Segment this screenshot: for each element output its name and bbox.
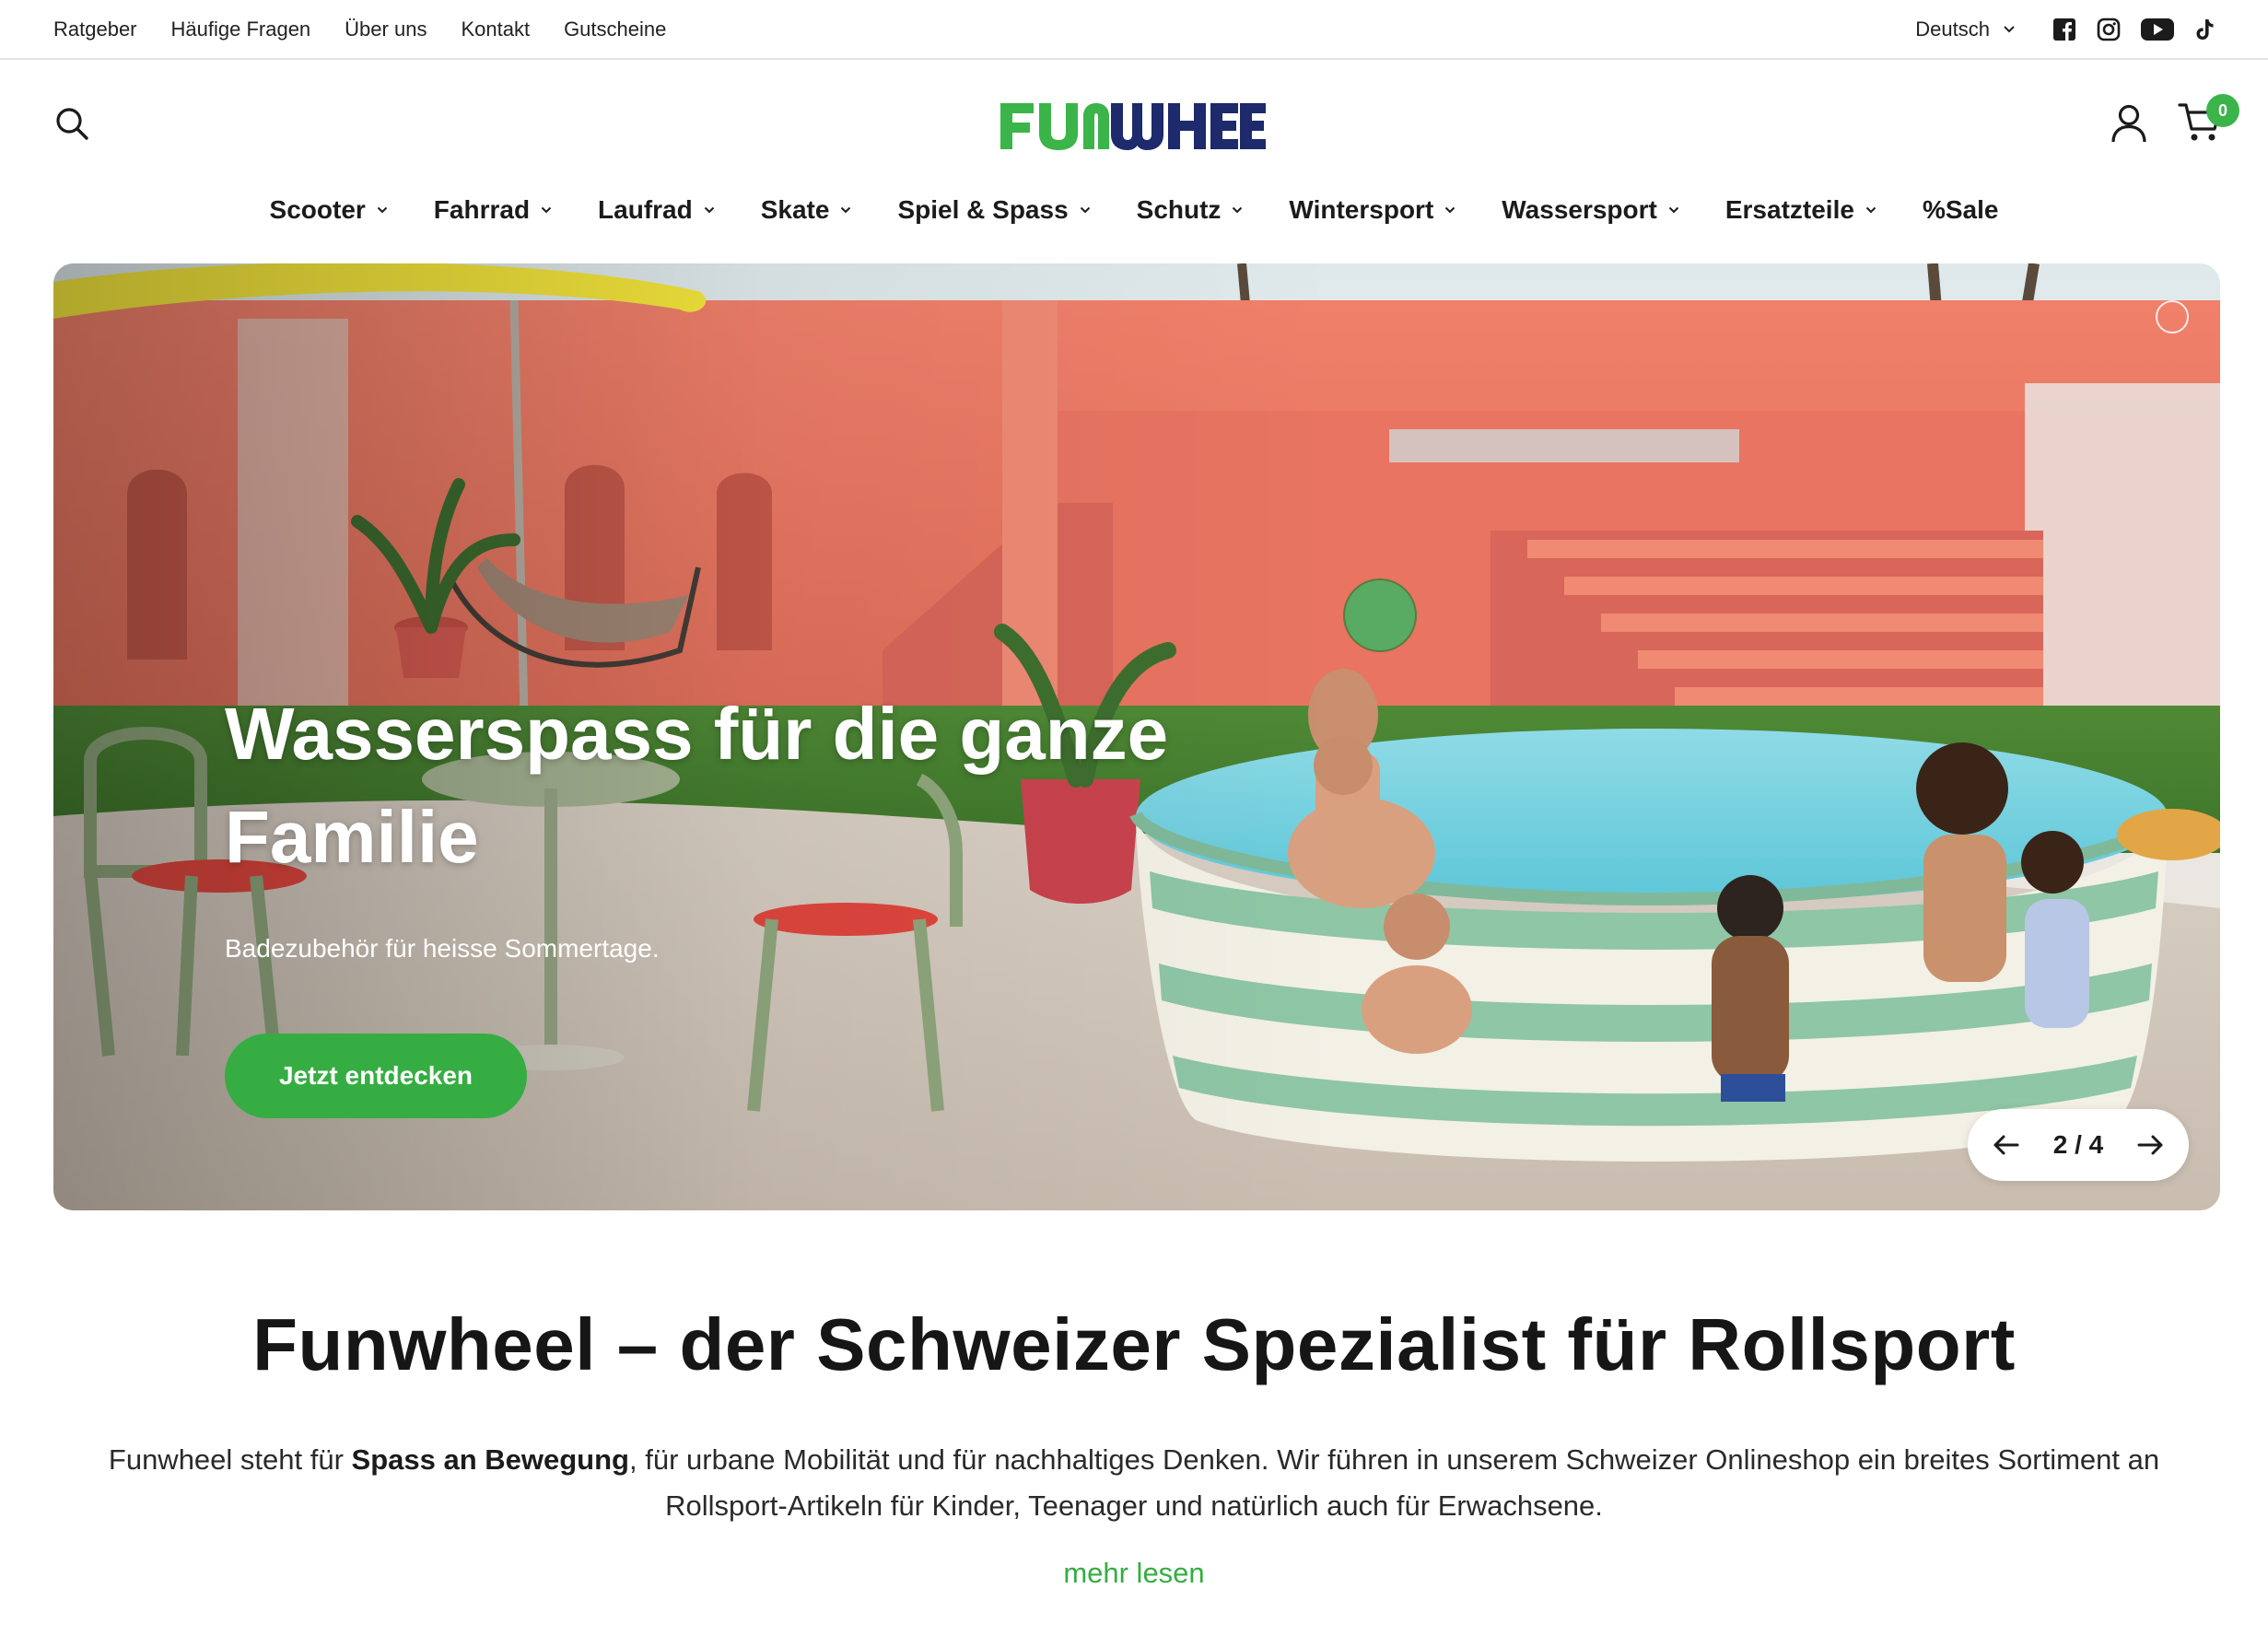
hero-cta-button[interactable]: Jetzt entdecken bbox=[225, 1034, 527, 1118]
hero-title: Wasserspass für die ganze Familie bbox=[225, 693, 1169, 878]
nav-item-label: Fahrrad bbox=[433, 195, 531, 224]
nav-item-skate[interactable]: Skate bbox=[761, 195, 852, 225]
account-icon[interactable] bbox=[2110, 103, 2148, 144]
social-links bbox=[2052, 18, 2215, 41]
slider-controls: 2 / 4 bbox=[1968, 1109, 2189, 1181]
utility-right: Deutsch bbox=[1915, 0, 2215, 59]
intro-text-start: Funwheel steht für bbox=[108, 1443, 352, 1476]
nav-item-label: Scooter bbox=[269, 195, 366, 224]
instagram-icon[interactable] bbox=[2097, 18, 2121, 41]
hero-subtitle: Badezubehör für heisse Sommertage. bbox=[225, 934, 660, 963]
read-more-link[interactable]: mehr lesen bbox=[0, 1557, 2268, 1590]
nav-item-scooter[interactable]: Scooter bbox=[270, 195, 388, 225]
slide-counter: 2 / 4 bbox=[2052, 1130, 2104, 1159]
language-selector[interactable]: Deutsch bbox=[1915, 18, 2016, 41]
chevron-down-icon bbox=[1445, 206, 1455, 214]
nav-item-label: Wintersport bbox=[1289, 195, 1434, 224]
nav-item-sale[interactable]: %Sale bbox=[1923, 195, 1999, 225]
cart-count-badge: 0 bbox=[2206, 94, 2239, 127]
utility-links: Ratgeber Häufige Fragen Über uns Kontakt… bbox=[53, 0, 700, 59]
chevron-down-icon bbox=[1668, 206, 1679, 214]
chevron-down-icon bbox=[841, 206, 851, 214]
intro-text-end: , für urbane Mobilität und für nachhalti… bbox=[629, 1443, 2160, 1522]
nav-item-ersatzteile[interactable]: Ersatzteile bbox=[1725, 195, 1876, 225]
language-label: Deutsch bbox=[1915, 18, 1990, 41]
nav-item-schutz[interactable]: Schutz bbox=[1137, 195, 1244, 225]
top-utility-bar: Ratgeber Häufige Fragen Über uns Kontakt… bbox=[0, 0, 2268, 60]
arrow-right-icon[interactable] bbox=[2134, 1127, 2169, 1162]
link-about[interactable]: Über uns bbox=[345, 18, 427, 41]
chevron-down-icon bbox=[704, 206, 714, 214]
chevron-down-icon bbox=[1865, 206, 1876, 214]
arrow-left-icon[interactable] bbox=[1988, 1127, 2023, 1162]
nav-item-spiel-spass[interactable]: Spiel & Spass bbox=[897, 195, 1090, 225]
chevron-down-icon bbox=[541, 206, 552, 214]
nav-item-label: Spiel & Spass bbox=[897, 195, 1069, 224]
chevron-down-icon bbox=[377, 206, 388, 214]
autoplay-indicator-icon[interactable] bbox=[2156, 300, 2189, 333]
link-vouchers[interactable]: Gutscheine bbox=[564, 18, 666, 41]
link-contact[interactable]: Kontakt bbox=[461, 18, 530, 41]
site-header bbox=[0, 61, 2268, 190]
nav-item-laufrad[interactable]: Laufrad bbox=[598, 195, 715, 225]
tiktok-icon[interactable] bbox=[2194, 18, 2215, 41]
nav-item-wassersport[interactable]: Wassersport bbox=[1502, 195, 1679, 225]
nav-item-label: %Sale bbox=[1922, 195, 1999, 224]
nav-item-label: Laufrad bbox=[598, 195, 693, 224]
search-icon[interactable] bbox=[53, 105, 90, 142]
intro-heading: Funwheel – der Schweizer Spezialist für … bbox=[252, 1303, 2016, 1385]
main-navigation: Scooter Fahrrad Laufrad Skate Spiel & Sp… bbox=[0, 189, 2268, 231]
nav-item-wintersport[interactable]: Wintersport bbox=[1289, 195, 1455, 225]
nav-item-label: Schutz bbox=[1136, 195, 1222, 224]
chevron-down-icon bbox=[2004, 26, 2015, 33]
link-faq[interactable]: Häufige Fragen bbox=[171, 18, 311, 41]
nav-item-label: Wassersport bbox=[1502, 195, 1657, 224]
nav-item-label: Skate bbox=[760, 195, 830, 224]
intro-text-bold: Spass an Bewegung bbox=[351, 1443, 629, 1476]
chevron-down-icon bbox=[1233, 206, 1243, 214]
facebook-icon[interactable] bbox=[2052, 18, 2076, 41]
youtube-icon[interactable] bbox=[2141, 18, 2174, 41]
link-ratgeber[interactable]: Ratgeber bbox=[53, 18, 137, 41]
hero-slider: Wasserspass für die ganze Familie Badezu… bbox=[53, 263, 2220, 1210]
nav-item-label: Ersatzteile bbox=[1724, 195, 1854, 224]
nav-item-fahrrad[interactable]: Fahrrad bbox=[434, 195, 552, 225]
funwheel-logo[interactable] bbox=[997, 98, 1273, 155]
intro-paragraph: Funwheel steht für Spass an Bewegung, fü… bbox=[55, 1437, 2213, 1529]
chevron-down-icon bbox=[1080, 206, 1090, 214]
